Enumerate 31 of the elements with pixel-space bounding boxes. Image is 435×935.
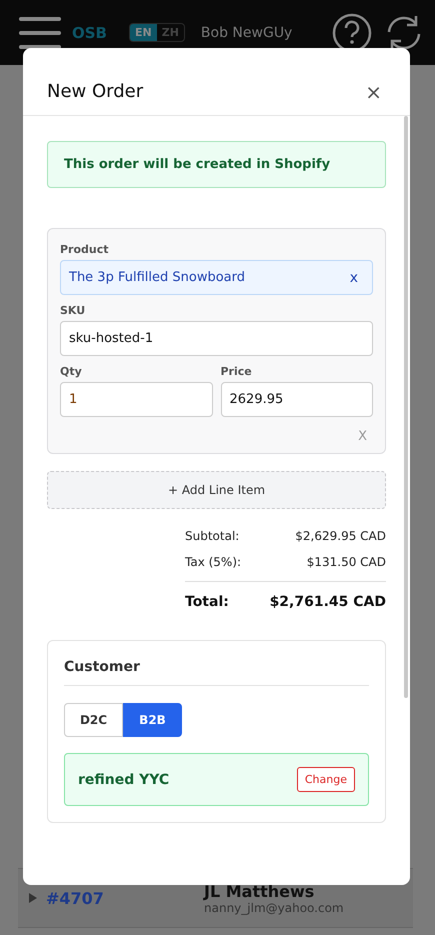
total-label: Subtotal: (185, 529, 240, 543)
total-value: $2,761.45 CAD (270, 594, 386, 610)
product-field[interactable]: The 3p Fulfilled Snowboard x (60, 260, 373, 295)
customer-email: nanny_jlm@yahoo.com (204, 900, 344, 914)
change-button[interactable]: Change (296, 767, 355, 792)
customer-name: refined YYC (78, 772, 170, 788)
qty-field[interactable]: 1 (60, 382, 212, 417)
total-label: Total: (185, 594, 229, 610)
section-title: Customer (64, 659, 369, 686)
field-label: Price (220, 365, 252, 378)
field-label: Product (60, 243, 109, 256)
expand-icon[interactable] (28, 893, 38, 903)
clear-button[interactable]: x (344, 268, 364, 286)
add-line-item-button[interactable]: + Add Line Item (47, 471, 386, 509)
field-label: Qty (60, 365, 82, 378)
field-label: SKU (60, 304, 86, 317)
user-name: Bob NewGUy (200, 24, 292, 40)
sku-field[interactable]: sku-hosted-1 (60, 321, 373, 356)
customer-type-toggle[interactable]: D2C (64, 703, 123, 737)
customer-name: JL Matthews (204, 882, 316, 900)
close-button[interactable]: × (361, 80, 386, 104)
price-field[interactable]: 2629.95 (220, 382, 373, 417)
info-alert: This order will be created in Shopify (47, 141, 386, 188)
total-label: Tax (5%): (185, 555, 242, 569)
product-name: The 3p Fulfilled Snowboard (69, 270, 245, 285)
scrollbar[interactable] (404, 116, 408, 698)
total-value: $131.50 CAD (306, 555, 386, 569)
total-value: $2,629.95 CAD (295, 529, 386, 543)
dialog-title: New Order (47, 81, 144, 102)
customer-type-toggle[interactable]: B2B (123, 703, 182, 737)
app-logo: OSB (72, 24, 107, 42)
